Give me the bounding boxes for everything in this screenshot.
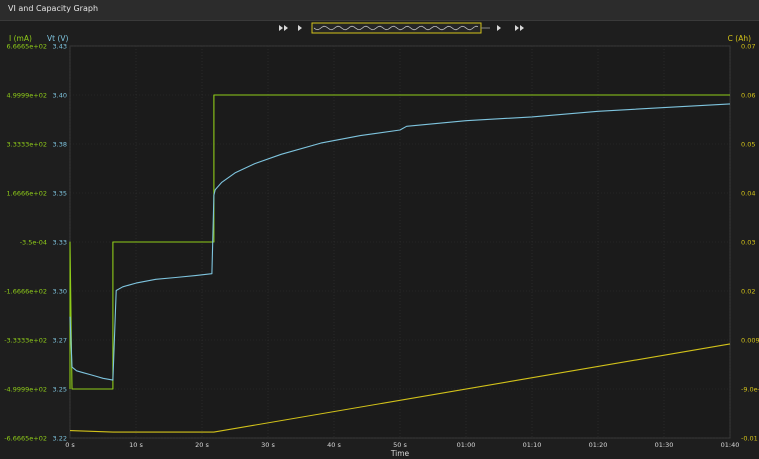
current-tick-label: -6.6665e+02 [4,435,47,443]
voltage-tick-label: 3.40 [53,92,67,100]
time-tick-label: 01:40 [721,441,740,449]
time-tick-label: 30 s [261,441,275,449]
previous-icon[interactable] [298,25,302,31]
last-page-icon[interactable] [515,25,524,31]
navigator-window[interactable] [311,22,482,34]
capacity-tick-label: 0.04 [741,190,755,198]
x-axis-title: Time [390,449,410,458]
capacity-tick-label: 0.06 [741,92,755,100]
current-tick-label: 1.6666e+02 [7,190,47,198]
current-tick-label: -3.3333e+02 [4,337,47,345]
time-tick-label: 10 s [129,441,143,449]
voltage-tick-label: 3.43 [53,43,67,51]
voltage-tick-label: 3.27 [53,337,67,345]
time-tick-label: 50 s [393,441,407,449]
capacity-tick-label: 0.03 [741,239,755,247]
time-navigator[interactable] [279,22,524,34]
voltage-axis-ticks: 3.433.403.383.353.333.303.273.253.22 [53,43,67,443]
current-tick-label: 6.6665e+02 [7,43,47,51]
first-page-icon[interactable] [279,25,288,31]
time-tick-label: 01:30 [655,441,674,449]
time-tick-label: 01:10 [523,441,542,449]
capacity-tick-label: 0.009 [741,337,759,345]
time-tick-label: 01:20 [589,441,608,449]
current-axis-ticks: 6.6665e+02 4.9999e+02 3.3333e+02 1.6666e+02… [4,43,47,443]
time-tick-label: 20 s [195,441,209,449]
time-tick-label: 40 s [327,441,341,449]
current-tick-label: 3.3333e+02 [7,141,47,149]
capacity-tick-label: -0.01 [741,435,758,443]
vi-capacity-chart: I (mA) Vt (V) C (Ah) Time 6.6665e+024.99… [4,22,759,458]
time-tick-label: 01:00 [457,441,476,449]
time-axis-ticks: 0 s 10 s 20 s 30 s 40 s 50 s 01:00 01:10 01:20 01… [65,441,739,449]
current-tick-label: -1.6666e+02 [4,288,47,296]
voltage-tick-label: 3.25 [53,386,67,394]
capacity-axis-ticks: 0.07 0.06 0.05 0.04 0.03 0.02 0.009 -9.0e- -0.01 [741,43,759,443]
current-tick-label: -3.5e-04 [20,239,47,247]
voltage-tick-label: 3.33 [53,239,67,247]
current-tick-label: 4.9999e+02 [7,92,47,100]
capacity-tick-label: -9.0e- [741,386,759,394]
voltage-tick-label: 3.38 [53,141,67,149]
capacity-tick-label: 0.02 [741,288,755,296]
capacity-tick-label: 0.05 [741,141,755,149]
time-tick-label: 0 s [65,441,75,449]
app-window: VI and Capacity Graph I (mA) Vt (V) C (A… [0,0,759,459]
next-icon[interactable] [497,25,501,31]
capacity-tick-label: 0.07 [741,43,755,51]
voltage-tick-label: 3.35 [53,190,67,198]
current-tick-label: -4.9999e+02 [4,386,47,394]
voltage-tick-label: 3.30 [53,288,67,296]
